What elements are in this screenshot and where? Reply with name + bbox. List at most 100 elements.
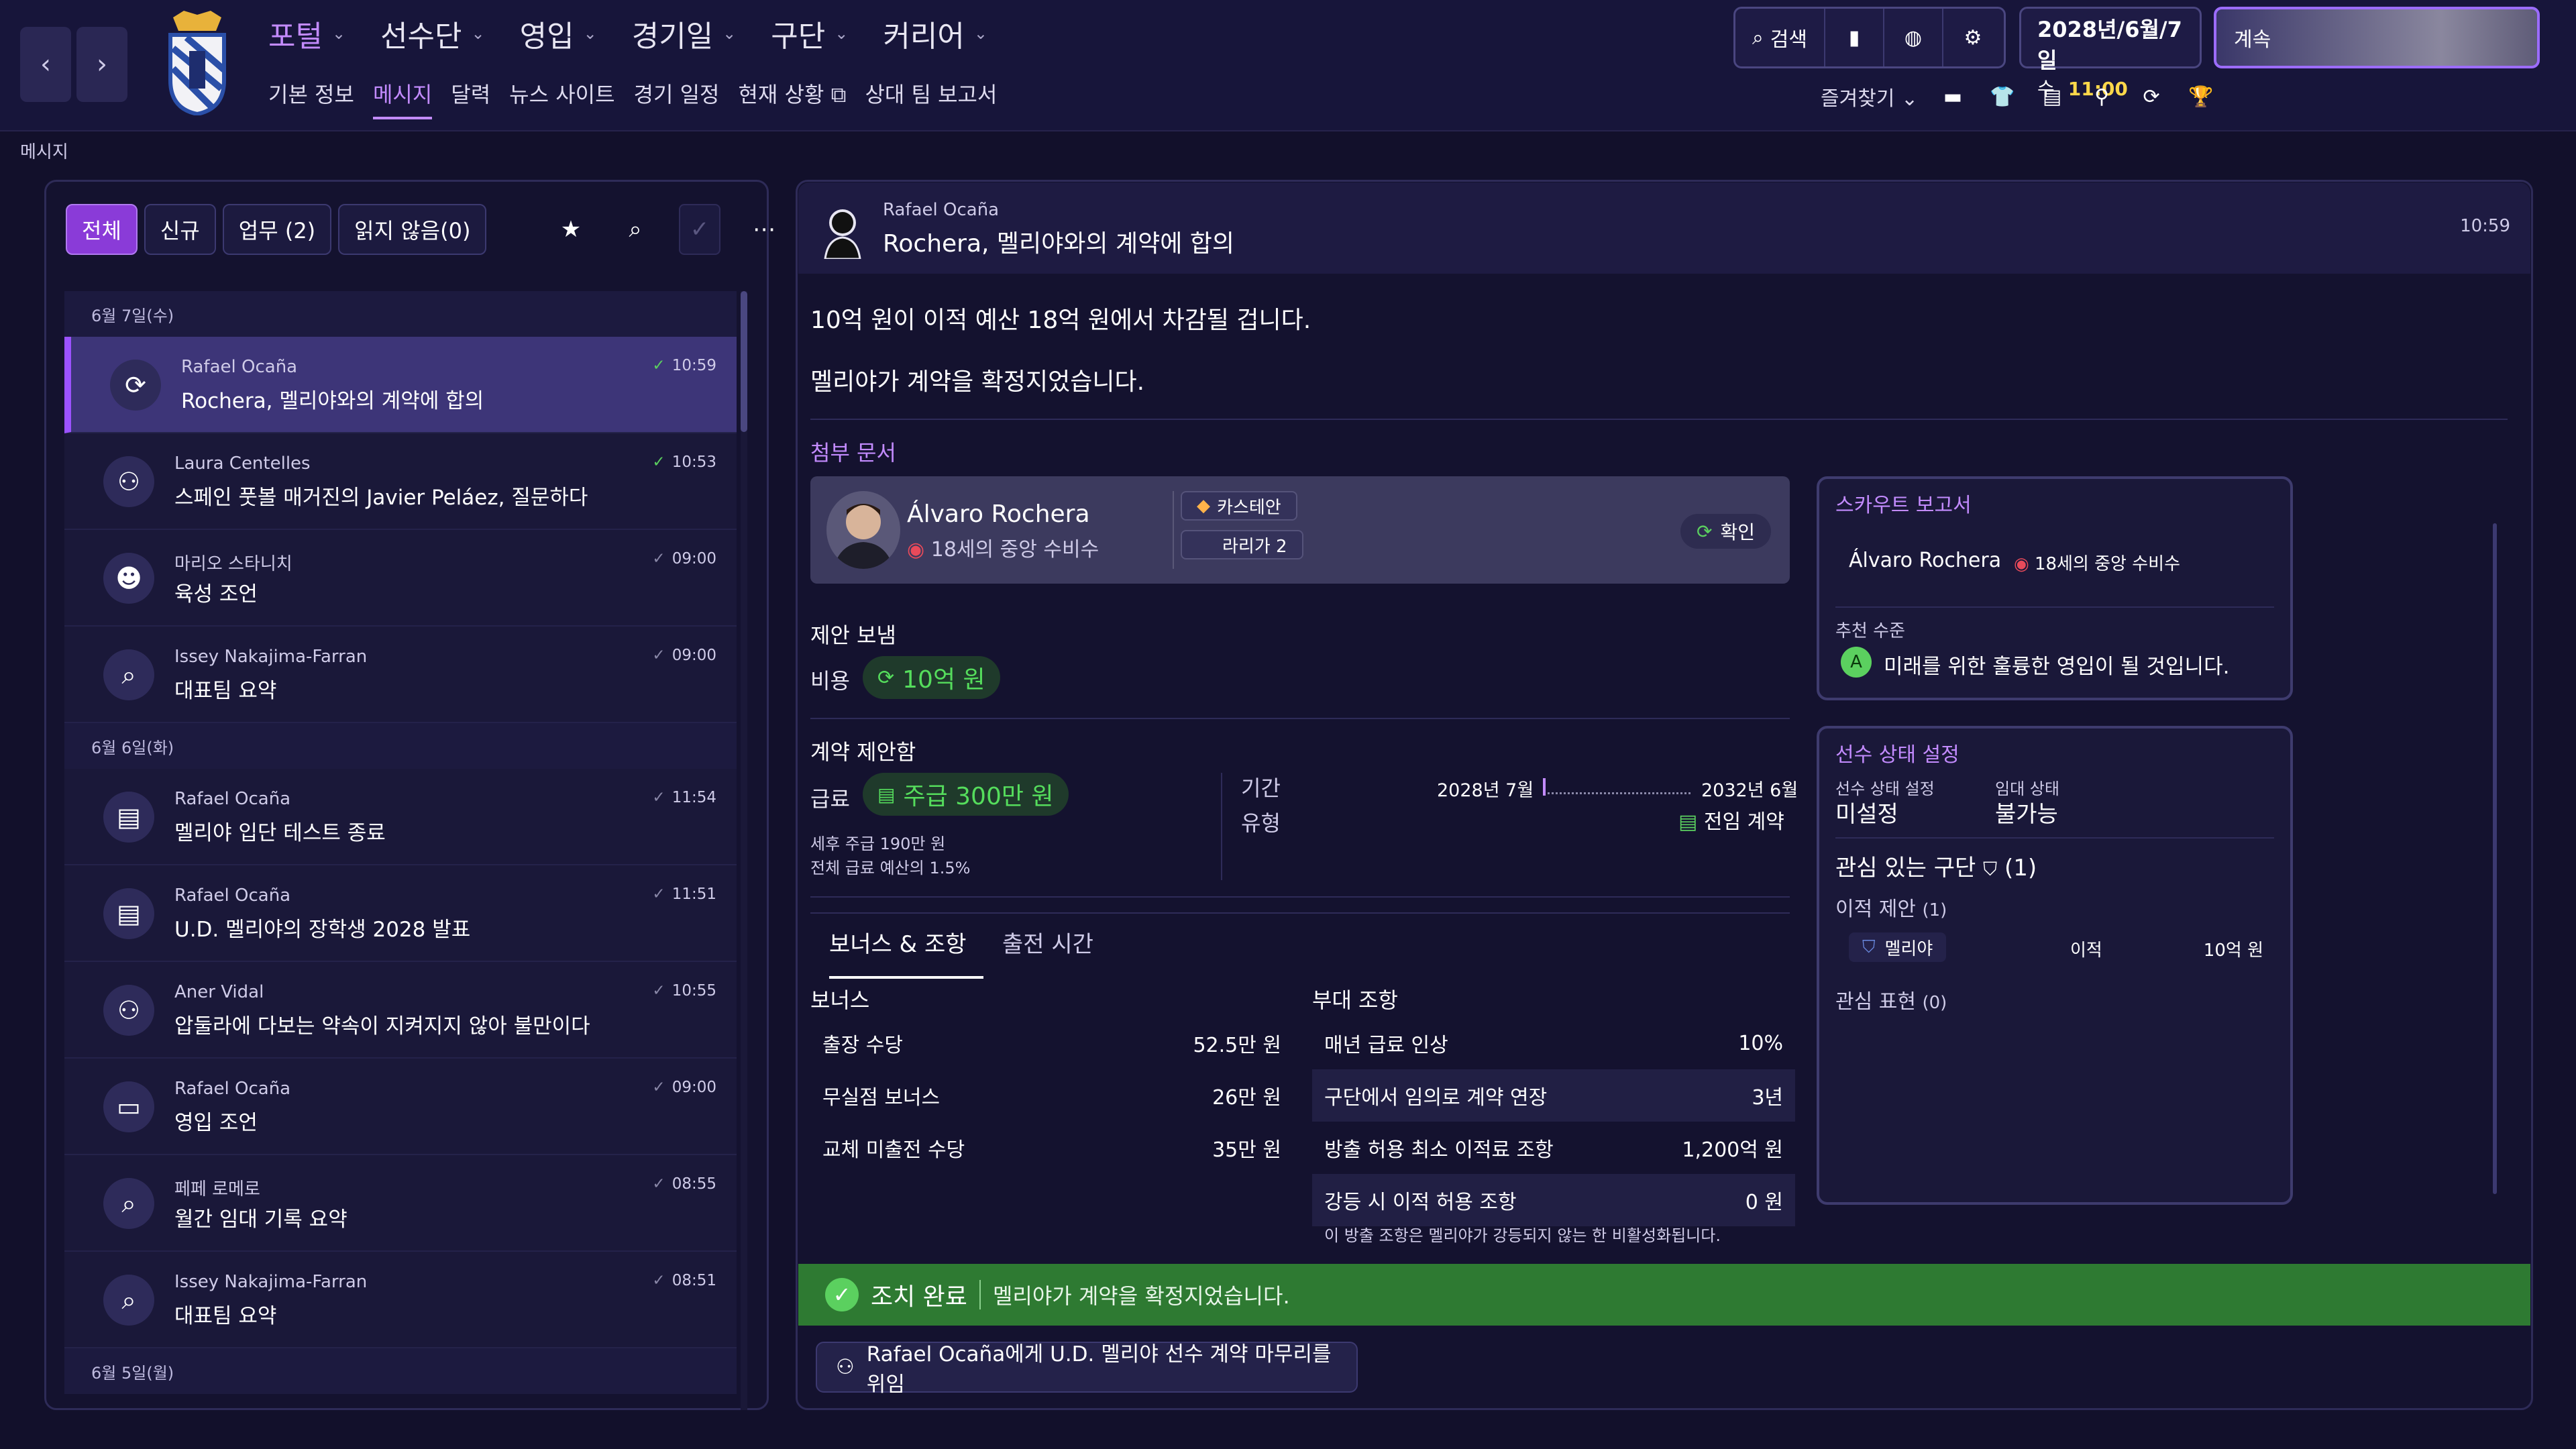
- bonus-table: 출장 수당 52.5만 원 무실점 보너스 26만 원 교체 미출전 수당 35만 원: [810, 1017, 1293, 1174]
- tab-bonuses-clauses[interactable]: 보너스 & 조항: [829, 926, 983, 979]
- scout-player-name[interactable]: Álvaro Rochera: [1849, 549, 2001, 572]
- status-title[interactable]: 선수 상태 설정: [1835, 738, 1960, 767]
- day-header: 6월 6일(화): [64, 723, 737, 769]
- check-icon: ✓: [825, 1278, 859, 1311]
- tab-all[interactable]: 전체: [66, 204, 138, 255]
- mark-read-icon[interactable]: ✓: [679, 204, 720, 255]
- list-item[interactable]: ⌕ Issey Nakajima-Farran 대표팀 요약 ✓ 08:51: [64, 1252, 737, 1348]
- more-icon[interactable]: ⋯: [743, 204, 785, 255]
- scout-title[interactable]: 스카우트 보고서: [1835, 488, 1972, 518]
- delegate-button[interactable]: ⚇ Rafael Ocaña에게 U.D. 멜리야 선수 계약 마무리를 위임: [816, 1342, 1358, 1397]
- bookmark-button[interactable]: ▮: [1825, 9, 1884, 66]
- message-time: ✓ 09:00: [652, 550, 716, 568]
- refresh-icon: ⟳: [877, 665, 895, 690]
- loan-status-value[interactable]: 불가능: [1995, 796, 2058, 828]
- list-item[interactable]: ☻ 마리오 스타니치육성 조언 ✓ 09:00: [64, 530, 737, 627]
- chevron-down-icon: ⌄: [1900, 87, 1919, 111]
- read-check-icon: ✓: [652, 550, 665, 568]
- list-item[interactable]: ⌕ Issey Nakajima-Farran 대표팀 요약 ✓ 09:00: [64, 627, 737, 723]
- clipboard-icon[interactable]: ▤: [2037, 82, 2067, 111]
- message-header: Rafael Ocaña Rochera, 멜리야와의 계약에 합의 10:59: [798, 182, 2530, 274]
- divider: [979, 1280, 981, 1309]
- player-name[interactable]: Álvaro Rochera: [907, 500, 1090, 528]
- inbox-scrollbar[interactable]: [741, 291, 747, 1410]
- wage-value: ▤ 주급 300만 원: [863, 773, 1069, 816]
- message-time: ✓ 10:59: [652, 357, 716, 374]
- message-subject: 육성 조언: [174, 582, 258, 606]
- tab-tasks[interactable]: 업무 (2): [222, 204, 332, 255]
- globe-button[interactable]: ◍: [1884, 9, 1943, 66]
- shirt-icon[interactable]: 👕: [1988, 82, 2017, 111]
- list-item[interactable]: ▭ Rafael Ocaña 영입 조언 ✓ 09:00: [64, 1059, 737, 1155]
- list-item[interactable]: ⌕ 페페 로메로 월간 임대 기록 요약 ✓ 08:55: [64, 1155, 737, 1252]
- message-sender: Rafael Ocaña: [174, 885, 291, 906]
- club-crest-icon: ⛉: [1862, 936, 1876, 957]
- chevron-down-icon: ⌄: [835, 24, 849, 43]
- confirm-button[interactable]: ⟳ 확인: [1680, 514, 1771, 549]
- tab-status[interactable]: 현재 상황 ⧉: [738, 78, 846, 119]
- menu-matchday[interactable]: 경기일 ⌄: [632, 12, 737, 55]
- back-button[interactable]: ‹: [20, 27, 71, 102]
- menu-career[interactable]: 커리어 ⌄: [883, 12, 987, 55]
- forward-button[interactable]: ›: [76, 27, 127, 102]
- chat-icon[interactable]: ▬: [1938, 82, 1968, 111]
- menu-squad[interactable]: 선수단 ⌄: [380, 12, 485, 55]
- tab-opposition-report[interactable]: 상대 팀 보고서: [865, 78, 997, 119]
- divider: [1835, 837, 2274, 839]
- period-to: 2032년 6월: [1701, 780, 1799, 801]
- tab-unread[interactable]: 읽지 않음(0): [338, 204, 487, 255]
- group-icon: ☻: [103, 553, 154, 604]
- list-item[interactable]: ⚇ Aner Vidal 압둘라에 다보는 약속이 지켜지지 않아 불만이다 ✓ 10:…: [64, 962, 737, 1059]
- trophy-icon[interactable]: 🏆: [2186, 82, 2216, 111]
- club-crest-icon[interactable]: [160, 8, 235, 115]
- list-item[interactable]: ▤ Rafael Ocaña U.D. 멜리야의 장학생 2028 발표 ✓ 11:51: [64, 865, 737, 962]
- row-value: 1,200억 원: [1682, 1138, 1783, 1162]
- search-icon[interactable]: ⌕: [614, 204, 656, 255]
- divider: [810, 896, 1790, 898]
- message-subject: 압둘라에 다보는 약속이 지켜지지 않아 불만이다: [174, 1014, 590, 1038]
- message-subject: 대표팀 요약: [174, 679, 277, 703]
- date-display[interactable]: 2028년/6월/7일 수 11:00: [2019, 7, 2202, 100]
- continue-button[interactable]: 계속: [2214, 7, 2540, 68]
- scout-report-panel: 스카우트 보고서 Álvaro Rochera ◉ 18세의 중앙 수비수 추천…: [1817, 476, 2293, 700]
- settings-button[interactable]: ⚙: [1943, 9, 2002, 66]
- tab-overview[interactable]: 기본 정보: [268, 78, 354, 119]
- tab-new[interactable]: 신규: [144, 204, 216, 255]
- tab-playing-time[interactable]: 출전 시간: [1002, 926, 1093, 959]
- tab-messages[interactable]: 메시지: [372, 78, 433, 119]
- list-item[interactable]: ⟳ Rafael Ocaña Rochera, 멜리야와의 계약에 합의 ✓ 10:59: [64, 337, 737, 433]
- inbox-tools: ★ ⌕ ✓ ⋯: [550, 204, 785, 255]
- menu-portal[interactable]: 포털 ⌄: [268, 12, 345, 55]
- tab-news[interactable]: 뉴스 사이트: [509, 78, 614, 119]
- chevron-right-icon: ›: [97, 49, 107, 80]
- wage-budget-share: 전체 급료 예산의 1.5%: [810, 859, 971, 877]
- row-label: 교체 미출전 수당: [822, 1138, 965, 1162]
- status-value[interactable]: 미설정: [1835, 796, 1898, 828]
- message-scrollbar[interactable]: [2493, 523, 2497, 1194]
- table-row: 출장 수당 52.5만 원: [810, 1017, 1293, 1069]
- club-chip[interactable]: ◆ 카스테안: [1181, 491, 1297, 521]
- favorites-dropdown[interactable]: 즐겨찾기 ⌄: [1821, 82, 1918, 111]
- sender-avatar-icon: [824, 209, 861, 259]
- menu-transfers[interactable]: 영입 ⌄: [520, 12, 597, 55]
- tab-fixtures[interactable]: 경기 일정: [634, 78, 720, 119]
- player-card[interactable]: Álvaro Rochera ◉ 18세의 중앙 수비수 ◆ 카스테안 라리가 2…: [810, 476, 1790, 584]
- divider: [1835, 606, 2274, 608]
- read-check-icon: ✓: [652, 1079, 665, 1096]
- message-time: ✓ 09:00: [652, 1079, 716, 1096]
- row-label: 출장 수당: [822, 1034, 903, 1057]
- offer-club-chip[interactable]: ⛉ 멜리야: [1849, 932, 1947, 962]
- message-sender: 마리오 스타니치: [174, 554, 292, 574]
- menu-club[interactable]: 구단 ⌄: [771, 12, 848, 55]
- list-item[interactable]: ⚇ Laura Centelles 스페인 풋볼 매거진의 Javier Peláe…: [64, 433, 737, 530]
- refresh-icon[interactable]: ⟳: [2137, 82, 2166, 111]
- search-button[interactable]: ⌕ 검색: [1735, 9, 1825, 66]
- inbox-scroll-thumb[interactable]: [741, 291, 747, 432]
- rec-label: 추천 수준: [1835, 621, 1905, 641]
- tab-calendar[interactable]: 달력: [451, 78, 490, 119]
- scout-icon[interactable]: ⚲: [2087, 82, 2116, 111]
- star-icon[interactable]: ★: [550, 204, 592, 255]
- league-chip[interactable]: 라리가 2: [1181, 530, 1303, 559]
- list-item[interactable]: ▤ Rafael Ocaña 멜리야 입단 테스트 종료 ✓ 11:54: [64, 769, 737, 865]
- contract-title: 계약 제안함: [810, 739, 916, 765]
